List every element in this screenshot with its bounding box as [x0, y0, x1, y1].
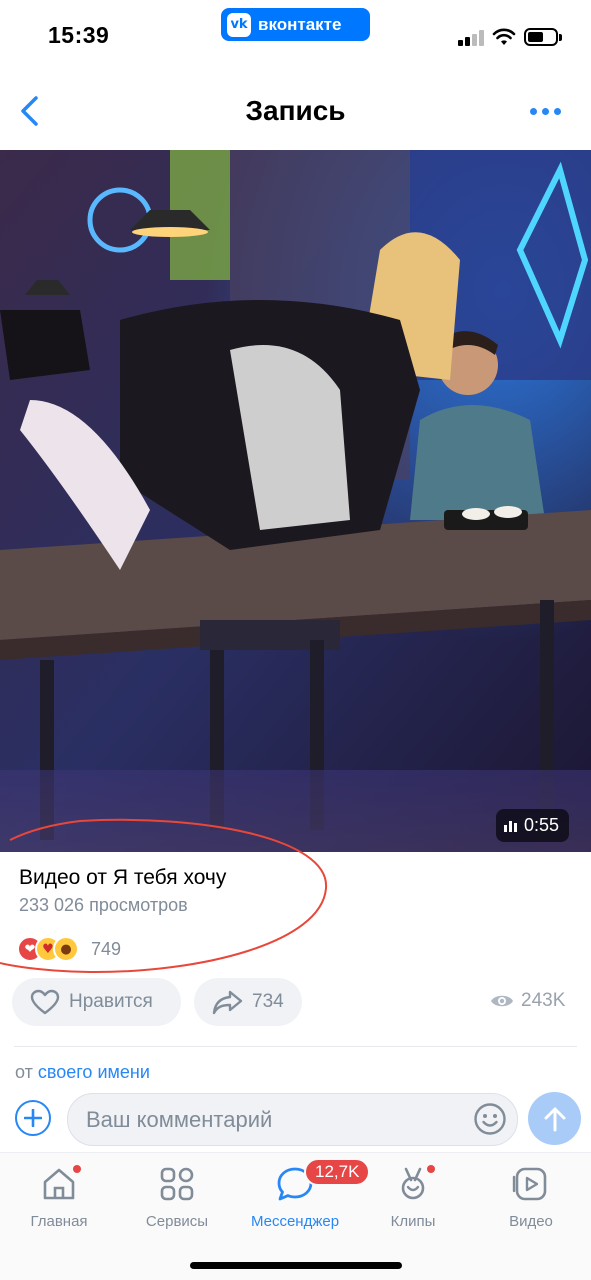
more-button[interactable]: [527, 98, 563, 124]
video-duration: 0:55: [524, 815, 560, 835]
tab-home[interactable]: Главная: [0, 1153, 118, 1243]
video-duration-badge: 0:55: [496, 809, 570, 842]
wifi-icon: [492, 28, 516, 45]
add-attachment-button[interactable]: [15, 1100, 51, 1136]
comment-input[interactable]: [67, 1093, 518, 1146]
battery-icon: [524, 28, 558, 46]
services-icon: [157, 1165, 197, 1203]
share-count: 734: [252, 991, 284, 1012]
video-player[interactable]: [0, 150, 591, 852]
cellular-signal-icon: [458, 30, 484, 46]
more-dot: [541, 107, 549, 115]
plus-icon: [24, 1109, 42, 1127]
more-dot: [529, 107, 537, 115]
battery-tip: [559, 34, 562, 41]
divider: [14, 1046, 577, 1047]
views-count: 243K: [521, 990, 566, 1011]
emoji-button[interactable]: [473, 1102, 507, 1136]
back-to-app-pill[interactable]: vk вконтакте: [221, 8, 370, 41]
from-link[interactable]: своего имени: [38, 1062, 150, 1082]
arrow-up-icon: [544, 1107, 565, 1131]
video-icon: [511, 1165, 551, 1203]
video-title[interactable]: Видео от Я тебя хочу: [19, 866, 226, 890]
messenger-unread-badge: 12,7K: [304, 1158, 371, 1186]
app-pill-label: вконтакте: [258, 14, 342, 34]
home-indicator: [190, 1262, 402, 1269]
status-bar: 15:39 vk вконтакте: [0, 0, 591, 70]
share-button[interactable]: 734: [194, 978, 302, 1026]
clips-icon: [393, 1165, 435, 1203]
tab-bar: Главная Сервисы Мессенджер Клипы Видео: [0, 1152, 591, 1280]
like-button[interactable]: Нравится: [12, 978, 181, 1026]
sound-bars-icon: [504, 820, 517, 832]
reactions-summary[interactable]: ❤ ♥ ● 749: [17, 936, 121, 962]
tab-label: Клипы: [390, 1213, 436, 1230]
status-time: 15:39: [48, 22, 110, 48]
tab-label: Мессенджер: [250, 1213, 340, 1230]
share-arrow-icon: [212, 990, 243, 1015]
video-thumbnail: [0, 150, 591, 852]
tab-video[interactable]: Видео: [472, 1153, 590, 1243]
tab-label: Видео: [509, 1213, 553, 1230]
tab-label: Сервисы: [145, 1213, 209, 1230]
tab-label: Главная: [30, 1213, 88, 1230]
like-label: Нравится: [69, 991, 153, 1012]
reactions-count: 749: [91, 938, 122, 959]
home-icon: [39, 1165, 81, 1203]
views-stat: 243K: [490, 990, 565, 1012]
tab-clips[interactable]: Клипы: [354, 1153, 472, 1243]
eye-icon: [491, 995, 513, 1007]
page-title: Запись: [245, 95, 346, 126]
notification-dot: [427, 1165, 435, 1173]
more-dot: [553, 107, 561, 115]
vk-logo: vk: [227, 12, 251, 37]
tab-services[interactable]: Сервисы: [118, 1153, 236, 1243]
from-prefix: от: [15, 1062, 33, 1082]
surprised-emoji-icon: ●: [53, 936, 79, 962]
smile-icon: [474, 1103, 506, 1135]
notification-dot: [73, 1165, 81, 1173]
video-views: 233 026 просмотров: [19, 895, 188, 915]
comment-author-selector[interactable]: от своего имени: [15, 1062, 150, 1083]
heart-outline-icon: [30, 989, 60, 1015]
send-button[interactable]: [528, 1092, 581, 1145]
